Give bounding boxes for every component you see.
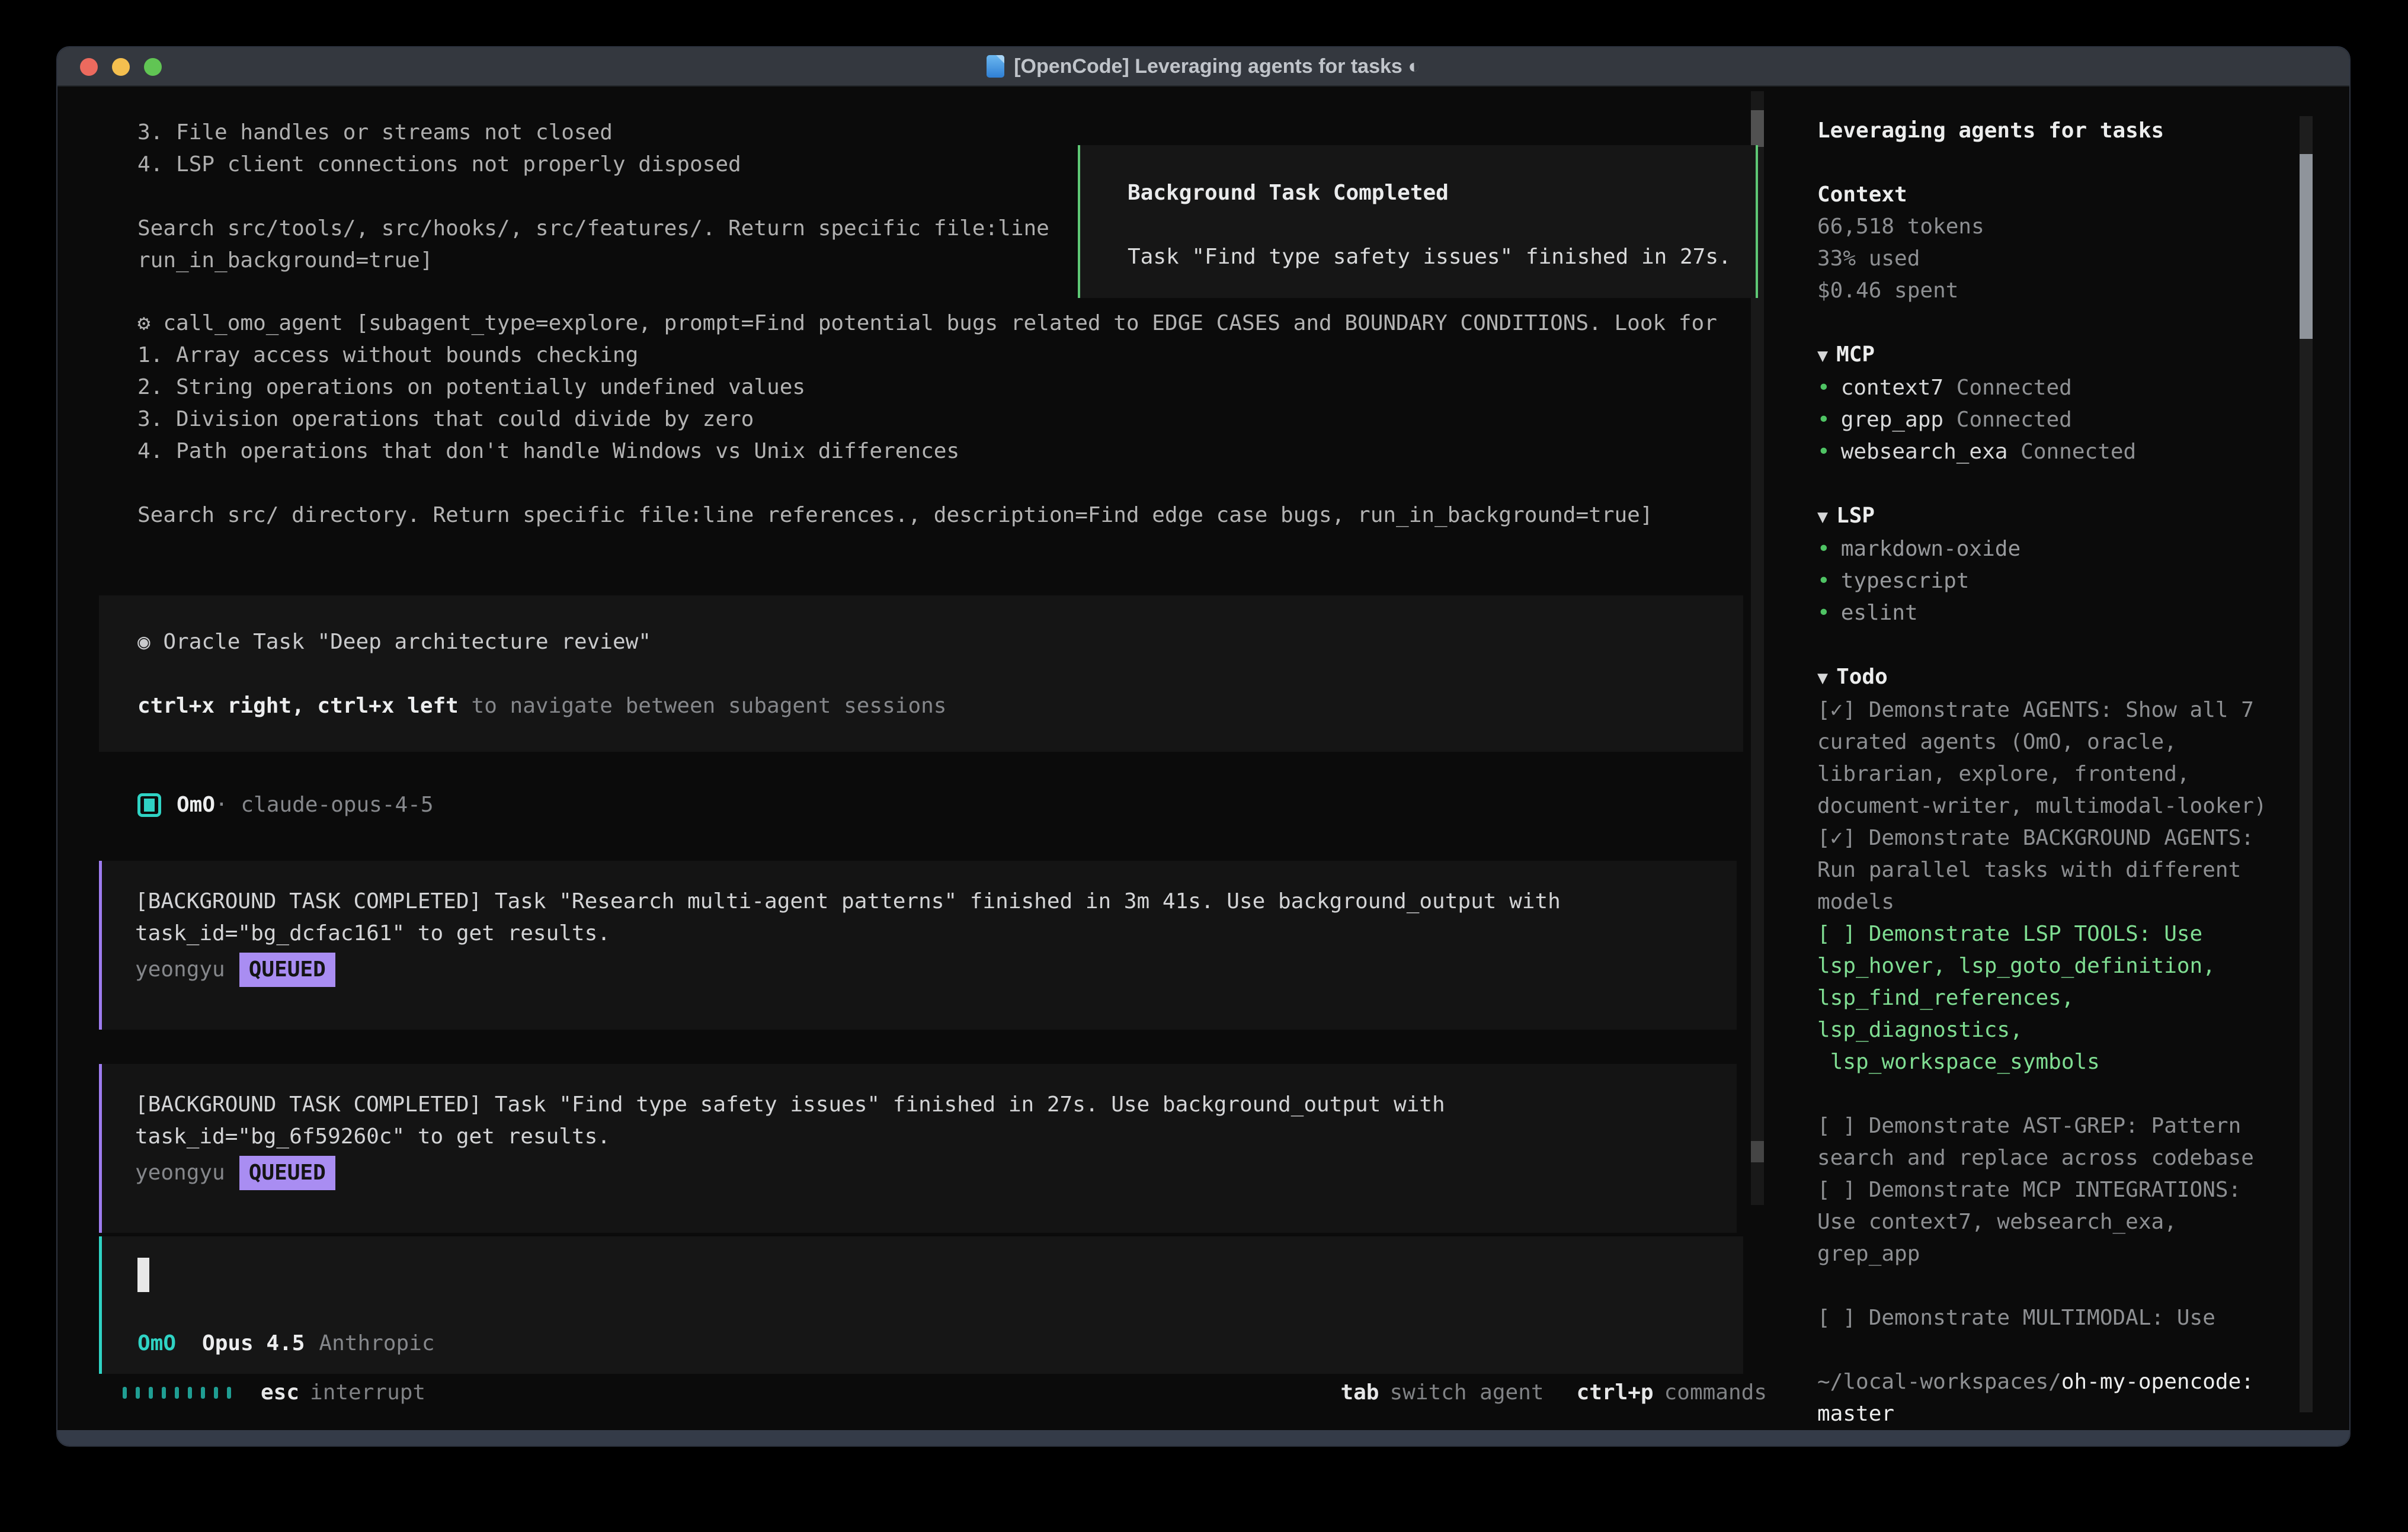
gear-icon: ⚙ bbox=[137, 311, 150, 335]
esc-key-hint: esc bbox=[261, 1377, 299, 1409]
scrollback-line: Search src/tools/, src/hooks/, src/featu… bbox=[137, 213, 1049, 245]
window-title-text: [OpenCode] Leveraging agents for tasks ◐ bbox=[1014, 50, 1420, 82]
task-card-user: yeongyu bbox=[135, 954, 225, 986]
task-card-line2: task_id="bg_6f59260c" to get results. bbox=[135, 1121, 1737, 1153]
spinner-dots bbox=[123, 1387, 231, 1399]
oracle-task-card[interactable]: ◉ Oracle Task "Deep architecture review"… bbox=[99, 595, 1743, 752]
task-card-line1: [BACKGROUND TASK COMPLETED] Task "Resear… bbox=[135, 886, 1737, 918]
queued-badge: QUEUED bbox=[239, 953, 335, 987]
workspace-path: ~/local-workspaces/oh-my-opencode: bbox=[1817, 1366, 2284, 1398]
background-task-card[interactable]: [BACKGROUND TASK COMPLETED] Task "Resear… bbox=[99, 861, 1737, 1030]
agent-model: · claude-opus-4-5 bbox=[215, 789, 433, 821]
status-bar: esc interrupt tab switch agent ctrl+p co… bbox=[123, 1377, 1767, 1409]
status-dot-icon: • bbox=[1817, 408, 1830, 432]
background-task-toast[interactable]: Background Task Completed Task "Find typ… bbox=[1078, 145, 1758, 298]
scrollback-line bbox=[137, 181, 1049, 213]
sidebar-scrollbar[interactable] bbox=[2300, 116, 2313, 1412]
chevron-down-icon: ▼ bbox=[1817, 507, 1828, 527]
sidebar-scrollbar-thumb[interactable] bbox=[2300, 154, 2313, 339]
input-provider-name: Anthropic bbox=[319, 1328, 434, 1360]
tool-call-item: 2. String operations on potentially unde… bbox=[137, 371, 1717, 403]
tool-call-item: 3. Division operations that could divide… bbox=[137, 403, 1717, 435]
terminal-window: [OpenCode] Leveraging agents for tasks ◐… bbox=[56, 46, 2351, 1447]
ctrlp-key-hint: ctrl+p bbox=[1577, 1377, 1654, 1409]
input-meta-row: OmO Opus 4.5 Anthropic bbox=[137, 1328, 435, 1360]
context-heading: Context bbox=[1817, 179, 2284, 211]
task-card-line1: [BACKGROUND TASK COMPLETED] Task "Find t… bbox=[135, 1089, 1737, 1121]
status-dot-icon: • bbox=[1817, 537, 1830, 561]
text-cursor bbox=[137, 1258, 149, 1292]
traffic-lights bbox=[80, 47, 162, 86]
omo-agent-icon bbox=[137, 793, 161, 817]
workspace-branch: master bbox=[1817, 1398, 2284, 1430]
lsp-section-header[interactable]: ▼LSP bbox=[1817, 500, 2284, 533]
task-card-line2: task_id="bg_dcfac161" to get results. bbox=[135, 918, 1737, 950]
scrollback-line: 4. LSP client connections not properly d… bbox=[137, 149, 1049, 181]
chat-scrollbar-thumb[interactable] bbox=[1751, 110, 1764, 147]
status-dot-icon: • bbox=[1817, 569, 1830, 593]
task-card-user: yeongyu bbox=[135, 1157, 225, 1189]
chat-pane: 3. File handles or streams not closed 4.… bbox=[57, 86, 1802, 1430]
mcp-section-header[interactable]: ▼MCP bbox=[1817, 339, 2284, 372]
todo-item-done: [✓] Demonstrate BACKGROUND AGENTS: Run p… bbox=[1817, 822, 2284, 918]
queued-badge: QUEUED bbox=[239, 1156, 335, 1190]
chevron-down-icon: ▼ bbox=[1817, 345, 1828, 366]
chat-scrollbar-thumb[interactable] bbox=[1751, 1141, 1764, 1162]
todo-item-active: [ ] Demonstrate LSP TOOLS: Use lsp_hover… bbox=[1817, 918, 2284, 1078]
scrollback-line: run_in_background=true] bbox=[137, 245, 1049, 277]
todo-item-pending: [ ] Demonstrate AST-GREP: Pattern search… bbox=[1817, 1110, 2284, 1174]
lsp-item: •markdown-oxide bbox=[1817, 533, 2284, 565]
window-bottom-edge bbox=[57, 1430, 2349, 1446]
tool-call-footer: Search src/ directory. Return specific f… bbox=[137, 499, 1717, 531]
todo-section-header[interactable]: ▼Todo bbox=[1817, 661, 2284, 694]
input-model-name[interactable]: Opus 4.5 bbox=[202, 1328, 305, 1360]
zoom-button[interactable] bbox=[144, 58, 162, 76]
lsp-item: •typescript bbox=[1817, 565, 2284, 597]
toast-title: Background Task Completed bbox=[1128, 177, 1756, 209]
window-title: [OpenCode] Leveraging agents for tasks ◐ bbox=[987, 50, 1420, 82]
todo-item-pending: [ ] Demonstrate MCP INTEGRATIONS: Use co… bbox=[1817, 1174, 2284, 1270]
lsp-item: •eslint bbox=[1817, 597, 2284, 629]
minimize-button[interactable] bbox=[112, 58, 130, 76]
document-icon bbox=[987, 55, 1004, 78]
ctrlp-key-label: commands bbox=[1664, 1377, 1767, 1409]
tool-call-header: call_omo_agent [subagent_type=explore, p… bbox=[150, 311, 1717, 335]
prompt-input[interactable]: OmO Opus 4.5 Anthropic bbox=[99, 1236, 1743, 1374]
context-used: 33% used bbox=[1817, 243, 2284, 275]
mcp-item: •context7 Connected bbox=[1817, 372, 2284, 404]
context-tokens: 66,518 tokens bbox=[1817, 211, 2284, 243]
toast-body: Task "Find type safety issues" finished … bbox=[1128, 241, 1756, 273]
scrollback-text: 3. File handles or streams not closed 4.… bbox=[137, 117, 1049, 277]
chevron-down-icon: ▼ bbox=[1817, 668, 1828, 688]
tab-key-hint: tab bbox=[1340, 1377, 1379, 1409]
status-dot-icon: • bbox=[1817, 440, 1830, 464]
status-dot-icon: • bbox=[1817, 376, 1830, 400]
esc-key-label: interrupt bbox=[310, 1377, 425, 1409]
scrollback-line: 3. File handles or streams not closed bbox=[137, 117, 1049, 149]
oracle-hint-keys: ctrl+x right, ctrl+x left bbox=[137, 694, 459, 718]
oracle-card-title: Oracle Task "Deep architecture review" bbox=[150, 630, 651, 654]
oracle-hint-text: to navigate between subagent sessions bbox=[459, 694, 947, 718]
todo-item-pending: [ ] Demonstrate MULTIMODAL: Use bbox=[1817, 1302, 2284, 1334]
session-title: Leveraging agents for tasks bbox=[1817, 115, 2284, 147]
tab-key-label: switch agent bbox=[1389, 1377, 1544, 1409]
tool-call-block: ⚙ call_omo_agent [subagent_type=explore,… bbox=[137, 307, 1717, 531]
todo-item-done: [✓] Demonstrate AGENTS: Show all 7 curat… bbox=[1817, 694, 2284, 822]
agent-name: OmO bbox=[177, 789, 215, 821]
agent-header: OmO · claude-opus-4-5 bbox=[137, 789, 434, 821]
background-task-card[interactable]: [BACKGROUND TASK COMPLETED] Task "Find t… bbox=[99, 1064, 1737, 1233]
status-dot-icon: • bbox=[1817, 601, 1830, 625]
mcp-item: •websearch_exa Connected bbox=[1817, 436, 2284, 468]
title-bar: [OpenCode] Leveraging agents for tasks ◐ bbox=[57, 47, 2349, 86]
context-spent: $0.46 spent bbox=[1817, 275, 2284, 307]
tool-call-item: 1. Array access without bounds checking bbox=[137, 339, 1717, 371]
mcp-item: •grep_app Connected bbox=[1817, 404, 2284, 436]
input-agent-name[interactable]: OmO bbox=[137, 1328, 176, 1360]
session-sidebar: Leveraging agents for tasks Context 66,5… bbox=[1802, 86, 2349, 1430]
close-button[interactable] bbox=[80, 58, 98, 76]
oracle-icon: ◉ bbox=[137, 630, 150, 654]
tool-call-item: 4. Path operations that don't handle Win… bbox=[137, 435, 1717, 467]
